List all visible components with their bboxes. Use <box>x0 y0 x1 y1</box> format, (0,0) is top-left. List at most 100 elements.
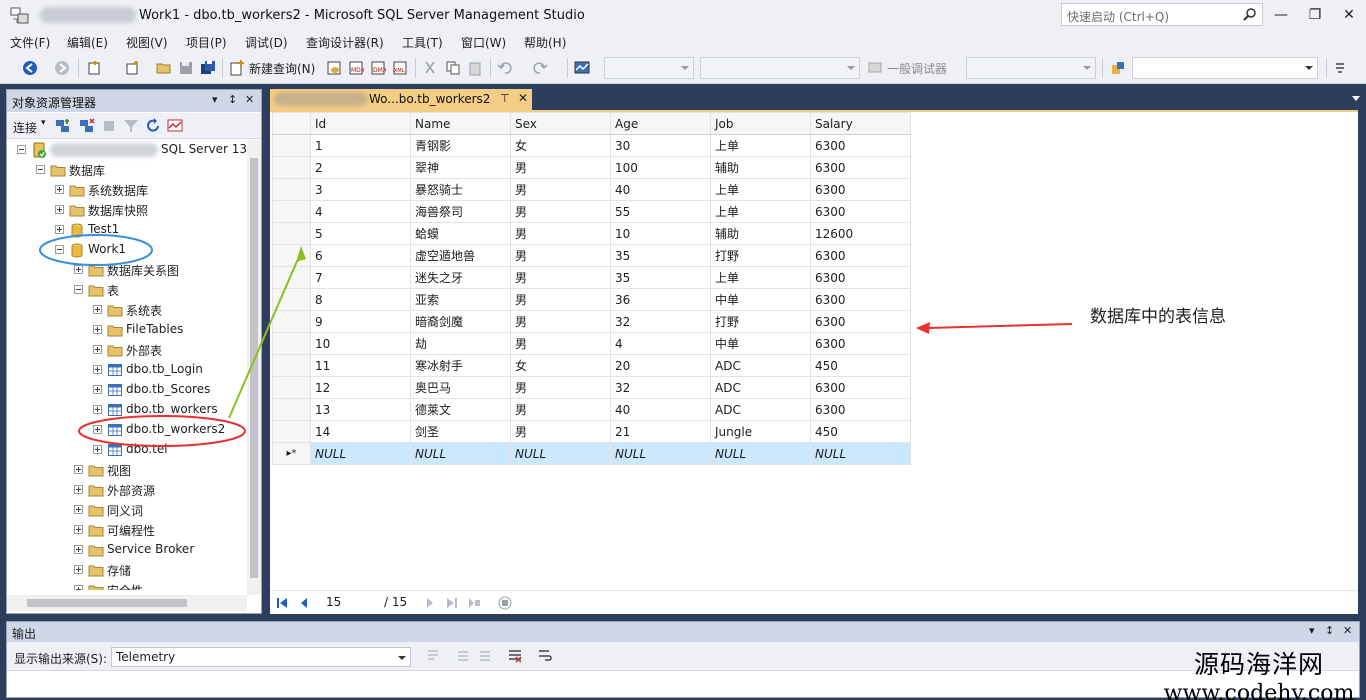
cell-name[interactable]: 暴怒骑士 <box>410 178 511 201</box>
cell-job[interactable]: 中单 <box>710 332 811 355</box>
new-cell-salary[interactable]: NULL <box>810 442 911 465</box>
undo-icon[interactable] <box>497 60 513 76</box>
debugger-label[interactable]: 一般调试器 <box>887 60 947 77</box>
new-cell-name[interactable]: NULL <box>410 442 511 465</box>
ssms-app-icon[interactable] <box>10 7 30 25</box>
cell-id[interactable]: 8 <box>310 288 411 311</box>
row-selector[interactable] <box>272 354 311 377</box>
menu-file[interactable]: 文件(F) <box>10 34 50 51</box>
cell-sex[interactable]: 男 <box>510 398 611 421</box>
expand-toggle-icon[interactable] <box>74 525 83 534</box>
filter-icon[interactable] <box>123 118 139 134</box>
cell-name[interactable]: 亚索 <box>410 288 511 311</box>
save-all-icon[interactable] <box>200 60 216 76</box>
expand-toggle-icon[interactable] <box>55 185 64 194</box>
tree-horizontal-scrollbar[interactable] <box>7 595 247 611</box>
cell-job[interactable]: 打野 <box>710 244 811 267</box>
expand-toggle-icon[interactable] <box>74 585 83 590</box>
debug-start-icon[interactable] <box>868 60 884 76</box>
activity-monitor-icon[interactable] <box>574 60 590 76</box>
cell-age[interactable]: 40 <box>610 398 711 421</box>
cell-id[interactable]: 3 <box>310 178 411 201</box>
activity-monitor-icon[interactable] <box>167 118 183 134</box>
cell-sex[interactable]: 女 <box>510 354 611 377</box>
cell-sex[interactable]: 男 <box>510 156 611 179</box>
row-selector[interactable] <box>272 332 311 355</box>
cell-age[interactable]: 20 <box>610 354 711 377</box>
menu-edit[interactable]: 编辑(E) <box>67 34 108 51</box>
expand-toggle-icon[interactable] <box>93 305 102 314</box>
expand-toggle-icon[interactable] <box>55 205 64 214</box>
cell-salary[interactable]: 450 <box>810 420 911 443</box>
first-record-icon[interactable] <box>276 597 288 609</box>
cell-sex[interactable]: 男 <box>510 244 611 267</box>
cell-job[interactable]: 上单 <box>710 134 811 157</box>
menu-project[interactable]: 项目(P) <box>186 34 227 51</box>
cell-salary[interactable]: 450 <box>810 354 911 377</box>
cell-job[interactable]: 打野 <box>710 310 811 333</box>
column-header-job[interactable]: Job <box>710 112 811 135</box>
cell-name[interactable]: 奥巴马 <box>410 376 511 399</box>
cancel-query-icon[interactable] <box>498 596 512 610</box>
table-row[interactable]: 1 青钢影女 30 上单 6300 <box>272 134 911 157</box>
expand-toggle-icon[interactable] <box>93 365 102 374</box>
new-row-marker-icon[interactable]: ▸* <box>272 442 311 465</box>
cell-sex[interactable]: 男 <box>510 376 611 399</box>
paste-icon[interactable] <box>467 60 483 76</box>
cell-salary[interactable]: 6300 <box>810 376 911 399</box>
menu-view[interactable]: 视图(V) <box>126 34 168 51</box>
next-record-icon[interactable] <box>424 597 436 609</box>
refresh-icon[interactable] <box>145 118 161 134</box>
cell-salary[interactable]: 6300 <box>810 200 911 223</box>
cell-age[interactable]: 35 <box>610 244 711 267</box>
menu-help[interactable]: 帮助(H) <box>524 34 566 51</box>
go-to-next-icon[interactable] <box>477 648 493 664</box>
new-cell-sex[interactable]: NULL <box>510 442 611 465</box>
find-in-files-icon[interactable] <box>1110 60 1126 76</box>
cell-salary[interactable]: 6300 <box>810 156 911 179</box>
cell-id[interactable]: 13 <box>310 398 411 421</box>
cell-name[interactable]: 虚空遁地兽 <box>410 244 511 267</box>
panel-close-icon[interactable]: ✕ <box>1343 624 1352 637</box>
table-row[interactable]: 13 德莱文男 40 ADC 6300 <box>272 398 911 421</box>
cell-job[interactable]: 上单 <box>710 178 811 201</box>
cell-id[interactable]: 9 <box>310 310 411 333</box>
table-row[interactable]: 14 剑圣男 21 Jungle 450 <box>272 420 911 443</box>
output-source-select[interactable]: Telemetry <box>111 647 411 667</box>
pin-icon[interactable]: ↕ <box>228 93 237 106</box>
mdx-query-icon[interactable]: MDX <box>348 60 364 76</box>
column-header-sex[interactable]: Sex <box>510 112 611 135</box>
new-record-icon[interactable] <box>468 597 480 609</box>
cell-name[interactable]: 翠神 <box>410 156 511 179</box>
cell-salary[interactable]: 6300 <box>810 288 911 311</box>
cell-id[interactable]: 5 <box>310 222 411 245</box>
tab-list-dropdown-icon[interactable] <box>1352 96 1360 101</box>
cell-age[interactable]: 10 <box>610 222 711 245</box>
connect-button[interactable]: 连接 <box>13 119 37 136</box>
cell-sex[interactable]: 男 <box>510 310 611 333</box>
cell-salary[interactable]: 6300 <box>810 266 911 289</box>
close-button[interactable]: ✕ <box>1334 4 1364 26</box>
add-item-icon[interactable] <box>124 60 140 76</box>
cell-job[interactable]: Jungle <box>710 420 811 443</box>
stop-icon[interactable] <box>101 118 117 134</box>
new-cell-id[interactable]: NULL <box>310 442 411 465</box>
cell-sex[interactable]: 男 <box>510 178 611 201</box>
cell-sex[interactable]: 男 <box>510 200 611 223</box>
cell-id[interactable]: 1 <box>310 134 411 157</box>
previous-record-icon[interactable] <box>298 597 310 609</box>
cell-job[interactable]: ADC <box>710 376 811 399</box>
cell-salary[interactable]: 6300 <box>810 178 911 201</box>
cell-id[interactable]: 4 <box>310 200 411 223</box>
row-selector[interactable] <box>272 222 311 245</box>
cell-age[interactable]: 100 <box>610 156 711 179</box>
cell-sex[interactable]: 男 <box>510 222 611 245</box>
minimize-button[interactable]: — <box>1266 4 1296 26</box>
expand-toggle-icon[interactable] <box>74 545 83 554</box>
tab-pin-icon[interactable]: ⊤ <box>500 92 510 105</box>
row-selector[interactable] <box>272 376 311 399</box>
cell-age[interactable]: 55 <box>610 200 711 223</box>
expand-toggle-icon[interactable] <box>74 565 83 574</box>
panel-close-icon[interactable]: ✕ <box>245 93 254 106</box>
dmx-query-icon[interactable]: DMX <box>370 60 386 76</box>
